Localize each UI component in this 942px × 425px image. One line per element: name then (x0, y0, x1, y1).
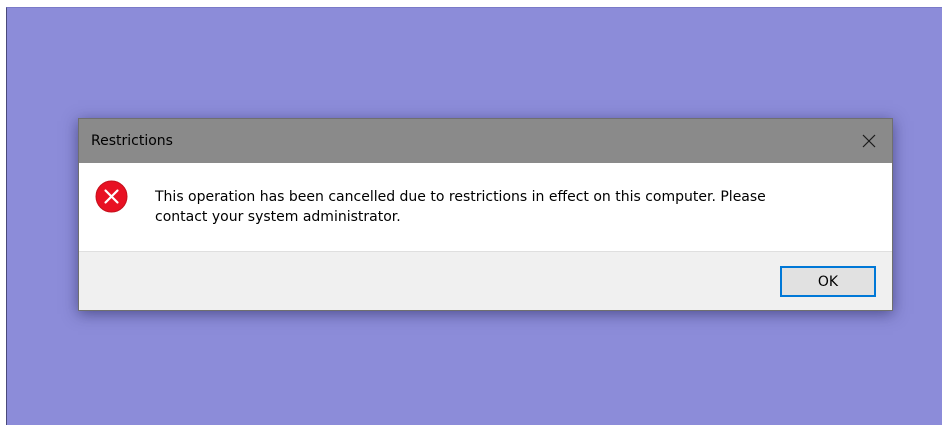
error-message-line-1: This operation has been cancelled due to… (155, 189, 766, 205)
error-icon (95, 180, 128, 213)
restrictions-dialog: Restrictions This operation has been can… (78, 118, 893, 311)
close-button[interactable] (846, 119, 892, 163)
dialog-titlebar[interactable]: Restrictions (79, 119, 892, 163)
error-message-line-2: contact your system administrator. (155, 209, 401, 225)
dialog-footer: OK (79, 251, 892, 310)
error-message: This operation has been cancelled due to… (155, 187, 855, 227)
dialog-content: This operation has been cancelled due to… (79, 163, 892, 251)
dialog-title: Restrictions (91, 133, 173, 149)
close-icon (862, 134, 876, 148)
ok-button[interactable]: OK (780, 266, 876, 297)
